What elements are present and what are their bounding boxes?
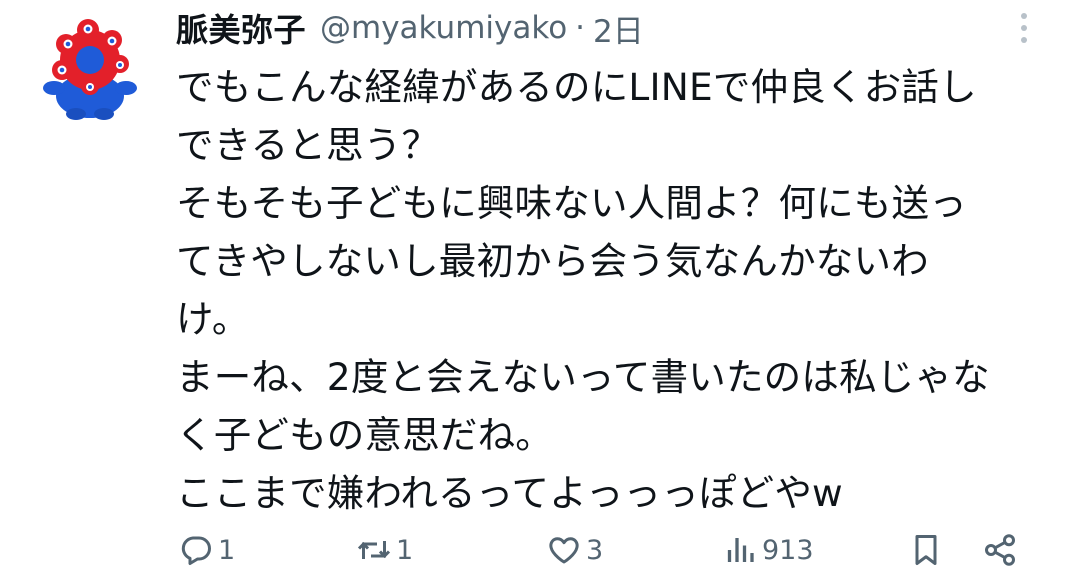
retweet-button[interactable]: 1 (356, 528, 413, 572)
reply-icon (181, 536, 211, 565)
mascot-avatar-icon (43, 19, 137, 120)
heart-icon (549, 537, 579, 564)
avatar[interactable] (32, 14, 144, 126)
tweet-text-line: でもこんな経緯があるのにLINEで仲良くお話し (176, 65, 977, 109)
tweet-text-line: け。 (176, 297, 250, 341)
tweet-text-line: ここまで嫌われるってよっっっぽどやw (176, 471, 843, 515)
tweet-text-line: そもそも子どもに興味ない人間よ？何にも送っ (176, 181, 967, 225)
separator-dot: · (575, 10, 586, 46)
share-icon (985, 534, 1015, 566)
bookmark-icon (915, 535, 937, 565)
bookmark-button[interactable] (908, 528, 944, 572)
views-icon (727, 538, 754, 562)
reply-count: 1 (218, 534, 236, 566)
retweet-count: 1 (396, 534, 414, 566)
timestamp[interactable]: 2日 (593, 6, 644, 51)
tweet: 脈美弥子 @myakumiyako · 2日 でもこんな経緯があるのにLINEで… (0, 0, 1076, 577)
like-button[interactable]: 3 (546, 528, 603, 572)
tweet-text-line: まーね、2度と会えないって書いたのは私じゃな (176, 355, 990, 399)
tweet-text-line: く子どもの意思だね。 (176, 413, 553, 457)
tweet-text-line: できると思う？ (176, 123, 440, 167)
display-name[interactable]: 脈美弥子 (176, 5, 306, 51)
tweet-header: 脈美弥子 @myakumiyako · 2日 (176, 6, 644, 50)
share-button[interactable] (982, 528, 1018, 572)
more-vertical-icon[interactable] (1010, 8, 1038, 48)
views-button[interactable]: 913 (722, 528, 814, 572)
reply-button[interactable]: 1 (178, 528, 235, 572)
like-count: 3 (586, 534, 604, 566)
retweet-icon (357, 541, 391, 559)
tweet-text: でもこんな経緯があるのにLINEで仲良くお話し できると思う？ そもそも子どもに… (176, 58, 1046, 522)
user-handle[interactable]: @myakumiyako (320, 10, 567, 46)
tweet-text-line: てきやしないし最初から会う気なんかないわ (176, 239, 929, 283)
views-count: 913 (762, 534, 814, 566)
action-bar: 1 1 3 913 (0, 522, 1076, 577)
